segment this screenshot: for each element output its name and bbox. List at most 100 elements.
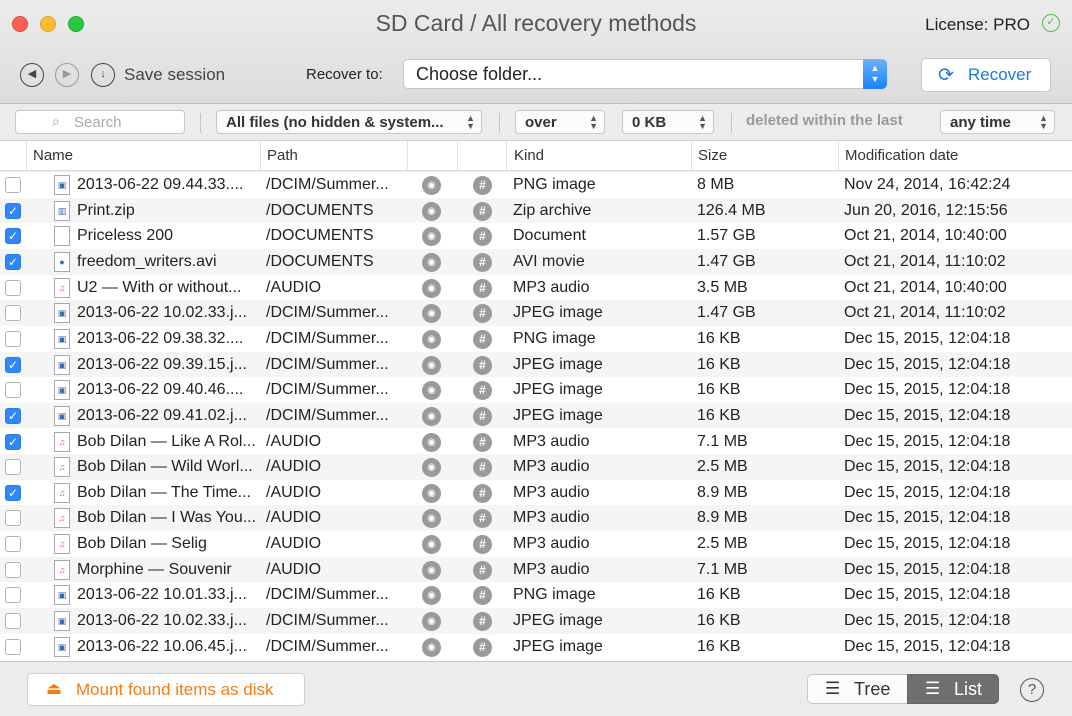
row-checkbox[interactable]: ✓: [5, 253, 21, 270]
recover-button[interactable]: ⟳ Recover: [921, 58, 1051, 92]
preview-eye-icon[interactable]: ◉: [422, 458, 441, 478]
hex-view-icon[interactable]: #: [473, 227, 492, 247]
row-checkbox[interactable]: [5, 459, 21, 476]
row-checkbox[interactable]: [5, 561, 21, 578]
row-checkbox[interactable]: ✓: [5, 228, 21, 245]
preview-eye-icon[interactable]: ◉: [422, 329, 441, 349]
hex-view-icon[interactable]: #: [473, 535, 492, 555]
table-row[interactable]: ▣ 2013-06-22 10.02.33.j... /DCIM/Summer...…: [0, 608, 1072, 634]
table-row[interactable]: ♫ Bob Dilan — Wild Worl... /AUDIO ◉ # MP3 aud…: [0, 454, 1072, 480]
row-checkbox[interactable]: [5, 305, 21, 322]
hex-view-icon[interactable]: #: [473, 176, 492, 195]
file-modified-date: Dec 15, 2015, 12:04:18: [844, 560, 1011, 578]
hex-view-icon[interactable]: #: [473, 509, 492, 529]
preview-eye-icon[interactable]: ◉: [422, 586, 441, 606]
preview-eye-icon[interactable]: ◉: [422, 278, 441, 298]
hex-view-icon[interactable]: #: [473, 304, 492, 324]
hex-view-icon[interactable]: #: [473, 637, 492, 657]
hex-view-icon[interactable]: #: [473, 458, 492, 478]
save-session-button[interactable]: ↓: [91, 63, 115, 87]
preview-eye-icon[interactable]: ◉: [422, 406, 441, 426]
preview-eye-icon[interactable]: ◉: [422, 252, 441, 272]
save-session-label[interactable]: Save session: [124, 65, 225, 85]
row-checkbox[interactable]: [5, 177, 21, 193]
file-modified-date: Oct 21, 2014, 10:40:00: [844, 278, 1007, 296]
hex-view-icon[interactable]: #: [473, 406, 492, 426]
table-row[interactable]: ✓ ● freedom_writers.avi/DOCUMENTS ◉ # AVI mov…: [0, 248, 1072, 275]
hex-view-icon[interactable]: #: [473, 432, 492, 452]
table-row[interactable]: ✓ ♫ Bob Dilan — Like A Rol... /AUDIO ◉ # MP3 a…: [0, 429, 1072, 455]
row-checkbox[interactable]: [5, 587, 21, 604]
row-checkbox[interactable]: [5, 330, 21, 347]
row-checkbox[interactable]: ✓: [5, 484, 21, 501]
row-checkbox[interactable]: ✓: [5, 356, 21, 373]
hex-view-icon[interactable]: #: [473, 278, 492, 298]
preview-eye-icon[interactable]: ◉: [422, 227, 441, 247]
table-row[interactable]: ▣ 2013-06-22 10.02.33.j... /DCIM/Summer...…: [0, 300, 1072, 326]
column-path[interactable]: Path: [267, 147, 298, 164]
file-filter-select[interactable]: All files (no hidden & system... ▲ ▼: [216, 110, 482, 134]
list-view-button[interactable]: ☰ List: [907, 674, 999, 704]
size-value-select[interactable]: 0 KB ▲ ▼: [622, 110, 714, 134]
table-row[interactable]: ✓ ♫ Bob Dilan — The Time... /AUDIO ◉ # MP3 aud…: [0, 480, 1072, 506]
hex-view-icon[interactable]: #: [473, 252, 492, 272]
table-row[interactable]: ▣ 2013-06-22 10.01.33.j... /DCIM/Summer...…: [0, 582, 1072, 608]
preview-eye-icon[interactable]: ◉: [422, 355, 441, 375]
preview-eye-icon[interactable]: ◉: [422, 637, 441, 657]
column-size[interactable]: Size: [698, 147, 727, 164]
help-button[interactable]: ?: [1020, 678, 1044, 702]
table-row[interactable]: ✓ ▣ 2013-06-22 09.39.15.j... /DCIM/Summer..…: [0, 351, 1072, 378]
preview-eye-icon[interactable]: ◉: [422, 176, 441, 195]
mount-as-disk-button[interactable]: ⏏ Mount found items as disk: [27, 673, 305, 706]
column-name[interactable]: Name: [33, 147, 73, 164]
preview-eye-icon[interactable]: ◉: [422, 535, 441, 555]
table-row[interactable]: ▣ 2013-06-22 09.40.46.... /DCIM/Summer... ◉…: [0, 377, 1072, 403]
hex-view-icon[interactable]: #: [473, 201, 492, 221]
row-checkbox[interactable]: [5, 510, 21, 527]
row-checkbox[interactable]: [5, 382, 21, 399]
hex-view-icon[interactable]: #: [473, 381, 492, 401]
row-checkbox[interactable]: ✓: [5, 202, 21, 219]
row-checkbox[interactable]: [5, 279, 21, 296]
tree-view-button[interactable]: ☰ Tree: [807, 674, 908, 704]
hex-view-icon[interactable]: #: [473, 483, 492, 503]
table-row[interactable]: ♫ Morphine — Souvenir/AUDIO ◉ # MP3 audio 7.1…: [0, 556, 1072, 583]
preview-eye-icon[interactable]: ◉: [422, 432, 441, 452]
time-range-select[interactable]: any time ▲ ▼: [940, 110, 1055, 134]
row-checkbox[interactable]: ✓: [5, 407, 21, 424]
row-checkbox[interactable]: [5, 638, 21, 655]
file-size: 2.5 MB: [697, 535, 748, 553]
table-row[interactable]: ♫ Bob Dilan — Selig/AUDIO ◉ # MP3 audio 2.5 M…: [0, 531, 1072, 557]
table-row[interactable]: ✓ ▣ 2013-06-22 09.41.02.j... /DCIM/Summer..…: [0, 402, 1072, 429]
search-input[interactable]: ⌕ Search: [15, 110, 185, 134]
row-checkbox[interactable]: [5, 613, 21, 630]
preview-eye-icon[interactable]: ◉: [422, 612, 441, 632]
preview-eye-icon[interactable]: ◉: [422, 381, 441, 401]
back-button[interactable]: ◀: [20, 63, 44, 87]
preview-eye-icon[interactable]: ◉: [422, 201, 441, 221]
hex-view-icon[interactable]: #: [473, 586, 492, 606]
table-row[interactable]: ✓ Priceless 200/DOCUMENTS ◉ # Document 1.57 G…: [0, 223, 1072, 249]
table-row[interactable]: ▣ 2013-06-22 09.38.32.... /DCIM/Summer... ◉…: [0, 326, 1072, 352]
preview-eye-icon[interactable]: ◉: [422, 483, 441, 503]
column-kind[interactable]: Kind: [514, 147, 544, 164]
hex-view-icon[interactable]: #: [473, 355, 492, 375]
table-row[interactable]: ♫ Bob Dilan — I Was You... /AUDIO ◉ # MP3 aud…: [0, 505, 1072, 532]
table-row[interactable]: ▣ 2013-06-22 10.06.45.j... /DCIM/Summer...…: [0, 634, 1072, 660]
choose-folder-select[interactable]: Choose folder... ▲ ▼: [403, 59, 887, 89]
preview-eye-icon[interactable]: ◉: [422, 304, 441, 324]
column-modified[interactable]: Modification date: [845, 147, 958, 164]
hex-view-icon[interactable]: #: [473, 560, 492, 580]
table-row[interactable]: ♫ U2 — With or without... /AUDIO ◉ # MP3 audi…: [0, 275, 1072, 301]
row-checkbox[interactable]: [5, 536, 21, 553]
size-operator-select[interactable]: over ▲ ▼: [515, 110, 605, 134]
row-checkbox[interactable]: ✓: [5, 433, 21, 450]
file-path: /DOCUMENTS: [266, 201, 374, 219]
hex-view-icon[interactable]: #: [473, 612, 492, 632]
preview-eye-icon[interactable]: ◉: [422, 509, 441, 529]
hex-view-icon[interactable]: #: [473, 329, 492, 349]
forward-button[interactable]: ▶: [55, 63, 79, 87]
preview-eye-icon[interactable]: ◉: [422, 560, 441, 580]
table-row[interactable]: ▣ 2013-06-22 09.44.33.... /DCIM/Summer... ◉…: [0, 172, 1072, 198]
table-row[interactable]: ✓ ▥ Print.zip/DOCUMENTS ◉ # Zip archive 126.4 …: [0, 197, 1072, 224]
